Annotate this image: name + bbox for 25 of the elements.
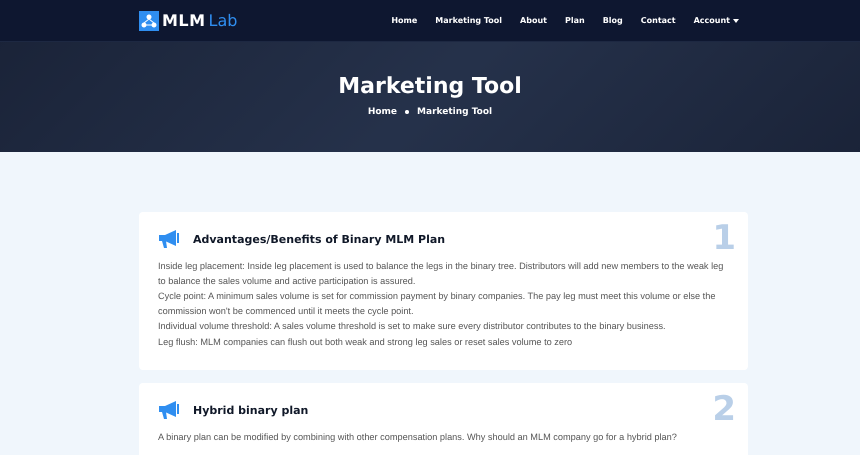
nav-link[interactable]: Blog: [594, 12, 632, 29]
card-paragraph: Cycle point: A minimum sales volume is set for commission payment by binary companies. The pay leg must meet this volume or else the commission won't be commenced until it meets the cycle point.: [158, 290, 716, 318]
nav-link[interactable]: Contact: [632, 12, 685, 29]
page-title: Marketing Tool: [338, 74, 522, 99]
card-paragraph: Inside leg placement: Inside leg placement is used to balance the legs in the binary tree. Distributors will add new members to the weak leg to balance the sales volume and active participation is assured.: [158, 260, 724, 288]
breadcrumb-separator-icon: [405, 110, 410, 114]
card-paragraph: Leg flush: MLM companies can flush out both weak and strong leg sales or reset sales volume to zero: [158, 336, 574, 349]
breadcrumb-current: Marketing Tool: [417, 107, 492, 117]
nav-link[interactable]: Marketing Tool: [426, 12, 512, 29]
card-number: 1: [712, 218, 736, 258]
card-number: 2: [712, 389, 736, 429]
logo-icon: [139, 10, 159, 30]
nav-dropdown[interactable]: Account: [684, 12, 748, 29]
card-paragraph: A binary plan can be modified by combining with other compensation plans. Why should an MLM company go for a hybrid plan?: [158, 431, 678, 444]
card-paragraph: Individual volume threshold: A sales volume threshold is set to make sure every distributor contributes to the binary business.: [158, 320, 667, 333]
nav-link[interactable]: About: [511, 12, 556, 29]
site-logo[interactable]: MLM Lab: [139, 10, 238, 30]
breadcrumb-link[interactable]: Home: [368, 107, 398, 117]
caret-icon: [733, 18, 739, 22]
card-title: Hybrid binary plan: [193, 404, 308, 416]
megaphone-icon: [158, 400, 181, 420]
nav-link[interactable]: Home: [382, 12, 426, 29]
megaphone-icon: [158, 229, 181, 249]
nav-link[interactable]: Plan: [556, 12, 594, 29]
card-title: Advantages/Benefits of Binary MLM Plan: [193, 232, 446, 246]
